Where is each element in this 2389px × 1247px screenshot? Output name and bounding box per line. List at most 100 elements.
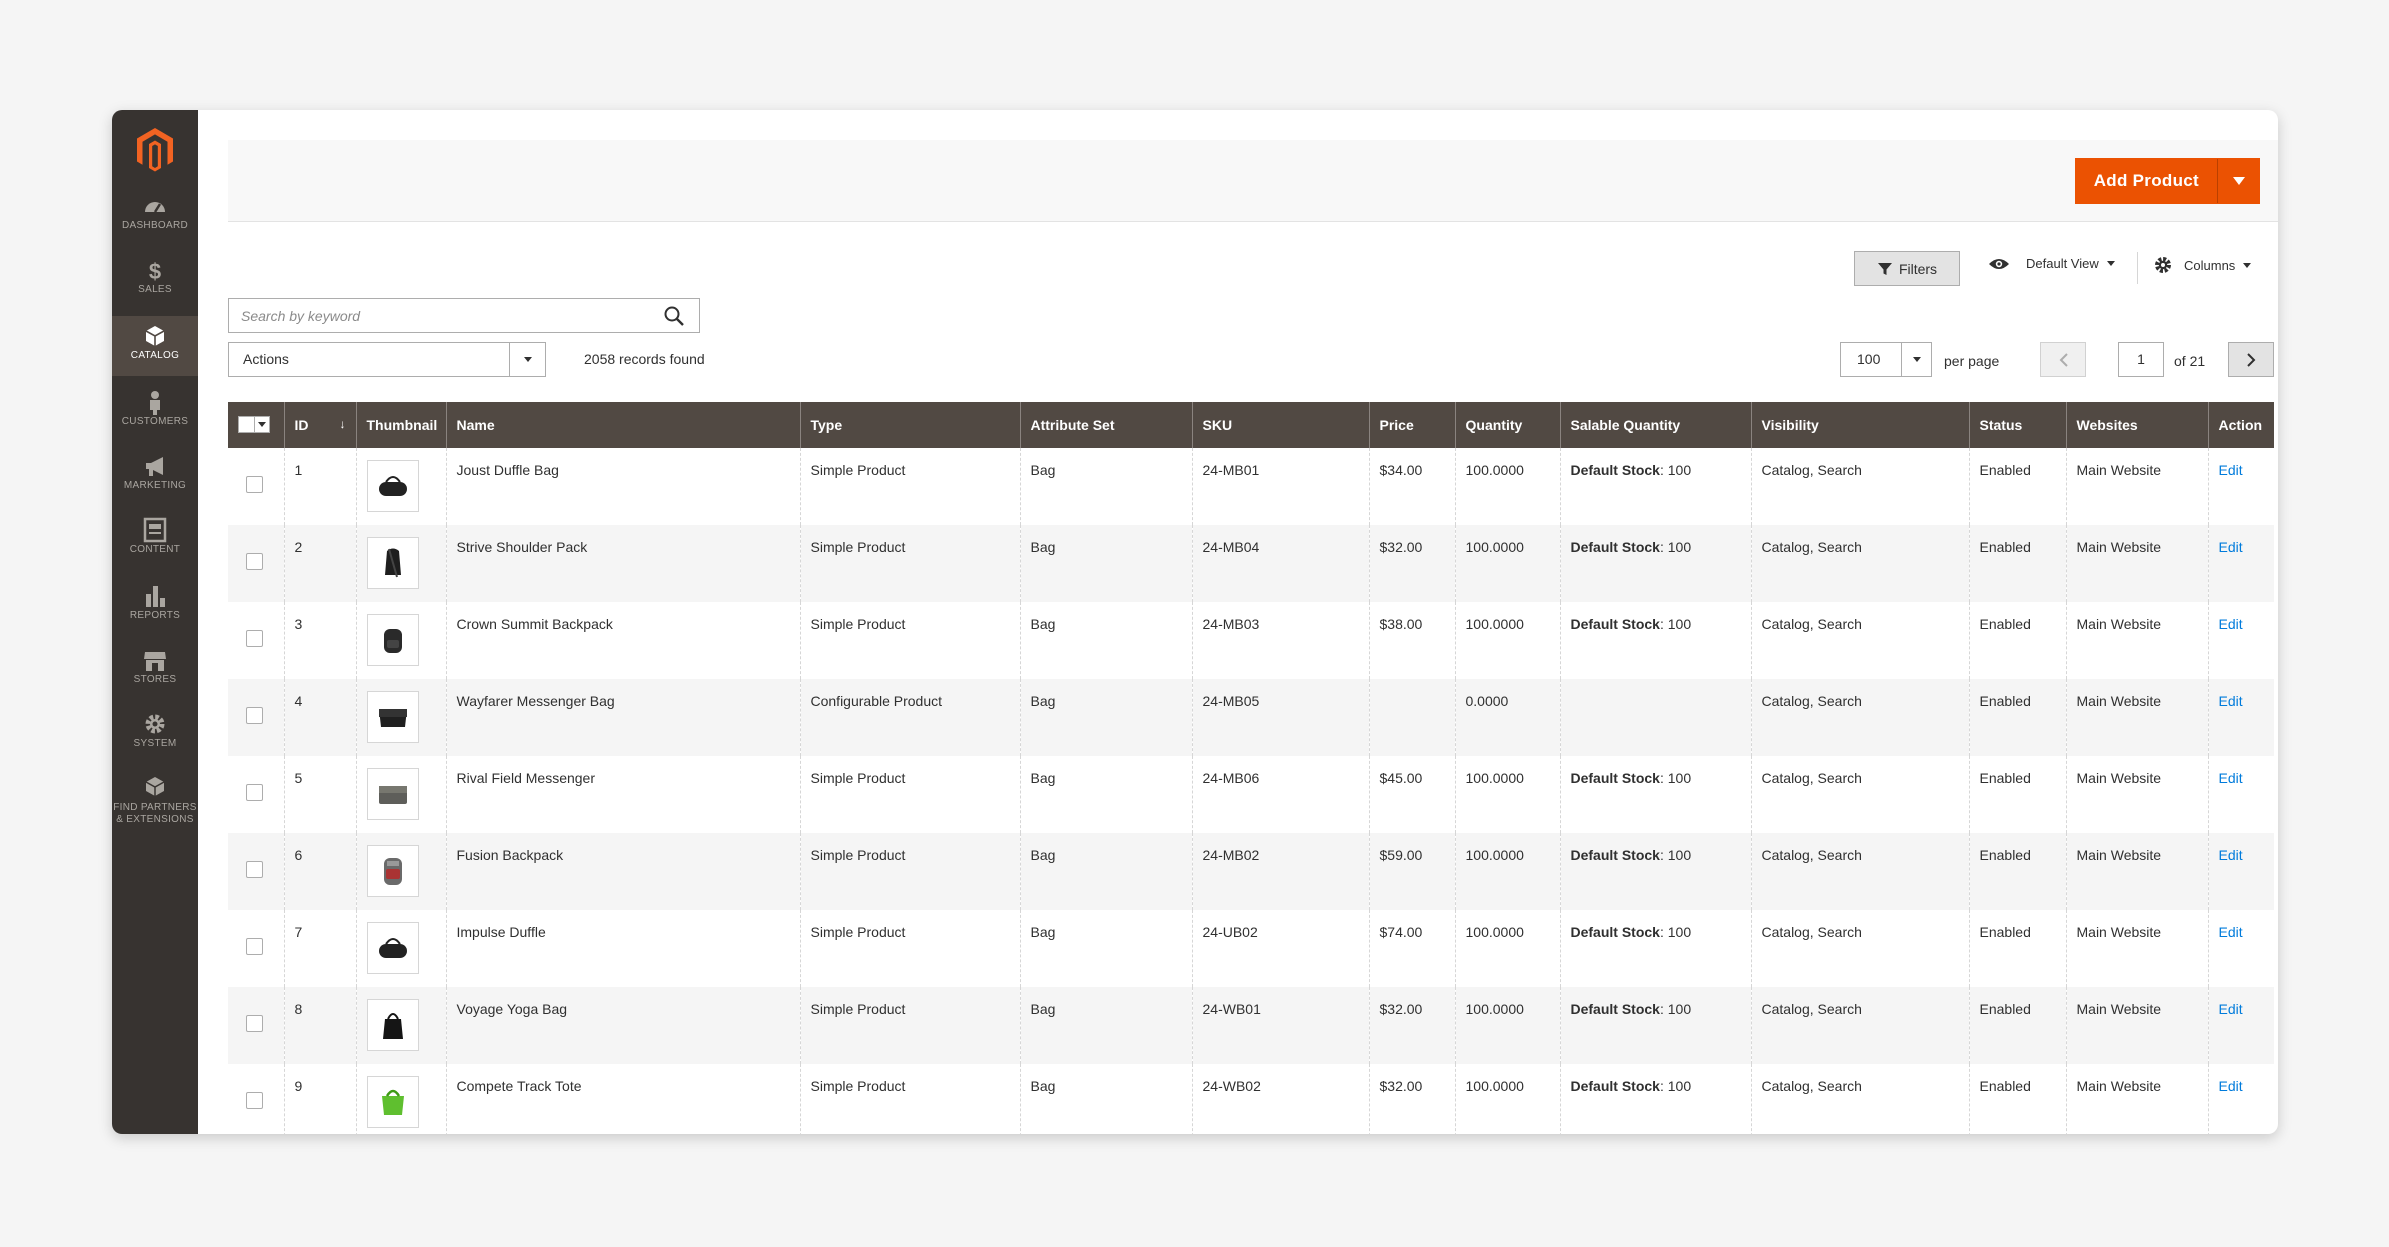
thumbnail-cell	[355, 833, 446, 910]
per-page-select[interactable]: 100	[1840, 342, 1932, 377]
column-header-price[interactable]: Price	[1368, 402, 1455, 448]
row-checkbox[interactable]	[246, 707, 263, 724]
row-checkbox[interactable]	[246, 1092, 263, 1109]
mass-actions-select[interactable]: Actions	[228, 342, 546, 377]
table-row[interactable]: 6 Fusion Backpack Simple Product Bag 24-MB02…	[228, 833, 2274, 910]
column-header-visibility[interactable]: Visibility	[1750, 402, 1969, 448]
salable-qty-value: : 100	[1659, 847, 1692, 863]
product-thumbnail[interactable]	[366, 768, 419, 820]
row-checkbox[interactable]	[246, 630, 263, 647]
mass-select-checkbox[interactable]	[238, 415, 270, 433]
add-product-button[interactable]: Add Product	[2074, 158, 2260, 204]
product-thumbnail[interactable]	[366, 614, 419, 666]
attribute-set-cell: Bag	[1019, 756, 1192, 833]
product-thumbnail[interactable]	[366, 999, 419, 1051]
id-cell: 9	[283, 1064, 356, 1134]
column-header-type[interactable]: Type	[799, 402, 1020, 448]
column-header-name[interactable]: Name	[445, 402, 800, 448]
nav-find-partners[interactable]: Find Partners & Extensions	[112, 774, 198, 854]
edit-link[interactable]: Edit	[2219, 616, 2243, 632]
table-row[interactable]: 8 Voyage Yoga Bag Simple Product Bag 24-WB01…	[228, 987, 2274, 1064]
edit-link[interactable]: Edit	[2219, 1001, 2243, 1017]
sku-cell: 24-MB05	[1191, 679, 1369, 756]
page-number-input[interactable]: 1	[2118, 342, 2164, 377]
row-select-cell	[228, 679, 284, 756]
edit-link[interactable]: Edit	[2219, 539, 2243, 555]
records-count: 2058 records found	[584, 351, 705, 367]
table-row[interactable]: 1 Joust Duffle Bag Simple Product Bag 24-MB0…	[228, 448, 2274, 525]
select-all-header[interactable]	[228, 402, 284, 448]
product-thumbnail[interactable]	[366, 1076, 419, 1128]
visibility-cell: Catalog, Search	[1750, 756, 1969, 833]
table-row[interactable]: 5 Rival Field Messenger Simple Product Bag 2…	[228, 756, 2274, 833]
row-checkbox[interactable]	[246, 476, 263, 493]
edit-link[interactable]: Edit	[2219, 462, 2243, 478]
nav-system[interactable]: System	[112, 710, 198, 770]
nav-customers[interactable]: Customers	[112, 388, 198, 448]
row-select-cell	[228, 833, 284, 910]
nav-sales[interactable]: $ Sales	[112, 256, 198, 316]
row-checkbox[interactable]	[246, 784, 263, 801]
product-thumbnail[interactable]	[366, 845, 419, 897]
actions-dropdown-arrow[interactable]	[509, 343, 545, 376]
nav-dashboard[interactable]: Dashboard	[112, 192, 198, 252]
field-bag-icon	[378, 786, 407, 804]
product-thumbnail[interactable]	[366, 691, 419, 743]
nav-stores[interactable]: Stores	[112, 646, 198, 706]
magento-logo-icon[interactable]	[135, 126, 175, 174]
websites-cell: Main Website	[2065, 833, 2208, 910]
visibility-cell: Catalog, Search	[1750, 833, 1969, 910]
thumbnail-cell	[355, 1064, 446, 1134]
edit-link[interactable]: Edit	[2219, 847, 2243, 863]
stock-source-label: Default Stock	[1570, 616, 1660, 632]
previous-page-button[interactable]	[2040, 342, 2086, 377]
row-checkbox[interactable]	[246, 1015, 263, 1032]
action-cell: Edit	[2207, 1064, 2274, 1134]
quantity-cell: 100.0000	[1454, 833, 1560, 910]
table-row[interactable]: 3 Crown Summit Backpack Simple Product Bag 2…	[228, 602, 2274, 679]
edit-link[interactable]: Edit	[2219, 770, 2243, 786]
table-row[interactable]: 7 Impulse Duffle Simple Product Bag 24-UB02 $…	[228, 910, 2274, 987]
product-thumbnail[interactable]	[366, 537, 419, 589]
type-cell: Configurable Product	[799, 679, 1020, 756]
view-selector[interactable]: Default View	[1988, 256, 2115, 271]
table-row[interactable]: 4 Wayfarer Messenger Bag Configurable Prod…	[228, 679, 2274, 756]
table-row[interactable]: 2 Strive Shoulder Pack Simple Product Bag 24…	[228, 525, 2274, 602]
column-header-id[interactable]: ID ↓	[283, 402, 356, 448]
filters-button[interactable]: Filters	[1854, 251, 1960, 286]
column-header-status[interactable]: Status	[1968, 402, 2066, 448]
nav-content[interactable]: Content	[112, 516, 198, 576]
stock-source-label: Default Stock	[1570, 1078, 1660, 1094]
attribute-set-cell: Bag	[1019, 679, 1192, 756]
column-header-salable-quantity: Salable Quantity	[1559, 402, 1751, 448]
price-cell: $32.00	[1368, 1064, 1455, 1134]
search-input[interactable]	[229, 299, 649, 332]
columns-selector[interactable]: Columns	[2154, 256, 2252, 274]
duffle-bag-icon	[378, 938, 407, 958]
next-page-button[interactable]	[2228, 342, 2274, 377]
table-row[interactable]: 9 Compete Track Tote Simple Product Bag 24-W…	[228, 1064, 2274, 1134]
row-checkbox[interactable]	[246, 938, 263, 955]
product-thumbnail[interactable]	[366, 922, 419, 974]
action-cell: Edit	[2207, 987, 2274, 1064]
nav-reports[interactable]: Reports	[112, 582, 198, 642]
column-header-websites[interactable]: Websites	[2065, 402, 2208, 448]
row-select-cell	[228, 987, 284, 1064]
column-header-sku[interactable]: SKU	[1191, 402, 1369, 448]
keyword-search	[228, 298, 700, 333]
product-thumbnail[interactable]	[366, 460, 419, 512]
edit-link[interactable]: Edit	[2219, 1078, 2243, 1094]
per-page-dropdown-arrow[interactable]	[1901, 343, 1931, 376]
attribute-set-cell: Bag	[1019, 833, 1192, 910]
column-header-attribute-set[interactable]: Attribute Set	[1019, 402, 1192, 448]
search-icon[interactable]	[663, 305, 685, 327]
row-checkbox[interactable]	[246, 861, 263, 878]
row-checkbox[interactable]	[246, 553, 263, 570]
edit-link[interactable]: Edit	[2219, 924, 2243, 940]
add-product-dropdown[interactable]	[2217, 159, 2259, 203]
nav-catalog[interactable]: Catalog	[112, 316, 198, 376]
edit-link[interactable]: Edit	[2219, 693, 2243, 709]
column-header-quantity[interactable]: Quantity	[1454, 402, 1560, 448]
quantity-cell: 100.0000	[1454, 525, 1560, 602]
nav-marketing[interactable]: Marketing	[112, 452, 198, 512]
